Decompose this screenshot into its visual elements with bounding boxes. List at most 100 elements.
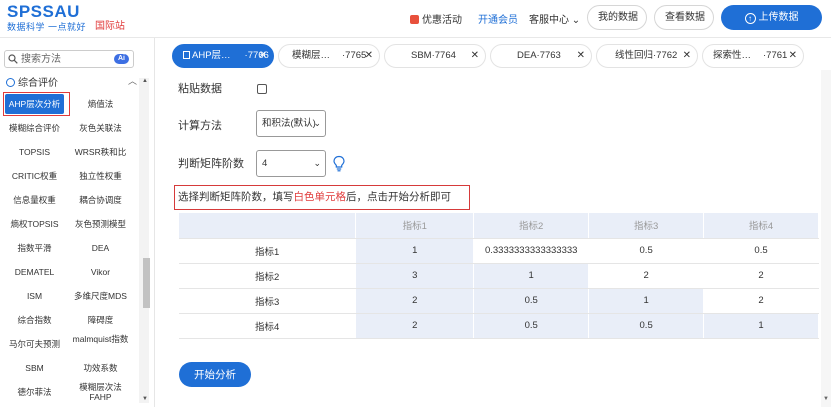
sidebar-method-item[interactable]: SBM — [5, 358, 64, 378]
service-center-menu[interactable]: 客服中心 ⌄ — [529, 11, 580, 26]
sidebar-method-item[interactable]: 障碍度 — [71, 310, 130, 330]
tab-label: 探索性… — [713, 50, 752, 61]
scroll-up-icon[interactable]: ▲ — [142, 78, 148, 84]
chevron-down-icon: ⌄ — [313, 158, 321, 168]
tab-number: ·7762 — [653, 50, 678, 61]
logo-title: SPSSAU — [7, 2, 80, 21]
sidebar-method-item[interactable]: 独立性权重 — [71, 166, 130, 186]
matrix-order-select[interactable]: 4 ⌄ — [256, 150, 326, 177]
sidebar-method-item[interactable]: 综合指数 — [5, 310, 64, 330]
promo-link[interactable]: 优惠活动 — [410, 11, 462, 26]
analysis-tabs: AHP层… ·7766 ✕ 模糊层… ·7765 ✕ SBM·7764 ✕ DEA·… — [168, 44, 831, 68]
close-icon[interactable]: ✕ — [683, 45, 691, 67]
tab-number: ·7763 — [536, 50, 561, 61]
logo[interactable]: SPSSAU 数据科学 一点就好 — [7, 3, 86, 33]
chevron-up-icon[interactable]: ︿ — [128, 74, 137, 87]
matrix-cell-input[interactable]: 0.5 — [588, 238, 705, 264]
close-icon[interactable]: ✕ — [365, 45, 373, 67]
chevron-down-icon: ⌄ — [571, 15, 581, 26]
tab-label: 模糊层… — [292, 50, 331, 61]
sidebar-method-item[interactable]: 熵权TOPSIS — [5, 214, 64, 234]
table-header-row: 指标1 指标2 指标3 指标4 — [179, 213, 819, 239]
tab-exploratory[interactable]: 探索性… ·7761 ✕ — [702, 44, 804, 68]
tab-dea[interactable]: DEA·7763 ✕ — [490, 44, 592, 68]
hint-text-highlight: 白色单元格 — [293, 191, 347, 203]
calc-method-select[interactable]: 和积法(默认) ⌄ — [256, 110, 326, 137]
tab-ahp[interactable]: AHP层… ·7766 ✕ — [172, 44, 274, 68]
sidebar-method-item[interactable]: CRITIC权重 — [5, 166, 64, 186]
sidebar-method-item[interactable]: malmquist指数 — [71, 334, 130, 354]
matrix-cell-input[interactable]: 0.5 — [703, 238, 819, 264]
lightbulb-icon[interactable] — [332, 155, 346, 172]
tab-label: 线性回归 — [615, 50, 654, 61]
main-scrollbar[interactable] — [821, 70, 831, 407]
sidebar-scroll-thumb[interactable] — [143, 258, 150, 308]
tab-linear-regression[interactable]: 线性回归·7762 ✕ — [596, 44, 698, 68]
column-header: 指标4 — [703, 213, 819, 239]
matrix-cell-input[interactable]: 2 — [703, 263, 819, 289]
close-icon[interactable]: ✕ — [471, 45, 479, 67]
tab-label: AHP层… — [192, 50, 231, 61]
tab-number: ·7761 — [763, 50, 788, 61]
my-data-button[interactable]: 我的数据 — [587, 5, 647, 30]
tab-label: DEA — [517, 50, 537, 61]
matrix-cell-input[interactable]: 0.3333333333333333 — [473, 238, 590, 264]
matrix-cell-readonly: 1 — [473, 263, 590, 289]
intl-site-link[interactable]: 国际站 — [95, 17, 125, 32]
scroll-down-icon[interactable]: ▼ — [142, 396, 148, 402]
close-icon[interactable]: ✕ — [577, 45, 585, 67]
gift-icon — [410, 15, 419, 24]
matrix-cell-readonly: 1 — [588, 288, 705, 314]
sidebar-method-item[interactable]: 多维尺度MDS — [71, 286, 130, 306]
matrix-cell-input[interactable]: 2 — [703, 288, 819, 314]
sidebar-method-item[interactable]: 灰色预测模型 — [71, 214, 130, 234]
tab-fuzzy[interactable]: 模糊层… ·7765 ✕ — [278, 44, 380, 68]
sidebar-method-item[interactable]: Vikor — [71, 262, 130, 282]
sidebar-method-item[interactable]: 熵值法 — [71, 94, 130, 114]
start-analysis-button[interactable]: 开始分析 — [179, 362, 251, 387]
view-data-button[interactable]: 查看数据 — [654, 5, 714, 30]
top-header: SPSSAU 数据科学 一点就好 国际站 优惠活动 开通会员 客服中心 ⌄ 我的… — [0, 0, 831, 38]
search-icon — [8, 54, 18, 64]
sidebar-method-item[interactable]: AHP层次分析 — [5, 94, 64, 114]
method-search-box[interactable]: Ai — [4, 50, 134, 68]
close-icon[interactable]: ✕ — [259, 45, 267, 67]
page-icon — [183, 51, 190, 59]
matrix-cell-readonly: 0.5 — [473, 313, 590, 339]
sidebar-method-item[interactable]: 灰色关联法 — [71, 118, 130, 138]
sidebar-scrollbar[interactable] — [139, 78, 149, 403]
sidebar-method-item[interactable]: DEMATEL — [5, 262, 64, 282]
tab-number: ·7765 — [342, 50, 367, 61]
ai-badge[interactable]: Ai — [114, 54, 129, 64]
vip-link[interactable]: 开通会员 — [478, 11, 518, 26]
sidebar-method-item[interactable]: 模糊层次法FAHP — [71, 382, 130, 402]
section-header-comprehensive[interactable]: 综合评价 — [6, 74, 58, 89]
sidebar-method-item[interactable]: 指数平滑 — [5, 238, 64, 258]
search-input[interactable] — [21, 52, 101, 66]
sidebar-method-item[interactable]: 耦合协调度 — [71, 190, 130, 210]
sidebar-method-item[interactable]: ISM — [5, 286, 64, 306]
sidebar-method-item[interactable]: TOPSIS — [5, 142, 64, 162]
close-icon[interactable]: ✕ — [789, 45, 797, 67]
chevron-down-icon: ⌄ — [313, 118, 321, 128]
row-header: 指标1 — [179, 238, 357, 264]
sidebar-method-item[interactable]: WRSR秩和比 — [71, 142, 130, 162]
row-header: 指标3 — [179, 288, 357, 314]
instruction-hint: 选择判断矩阵阶数，填写白色单元格后，点击开始分析即可 — [174, 185, 470, 210]
service-center-label: 客服中心 — [529, 15, 569, 26]
tab-sbm[interactable]: SBM·7764 ✕ — [384, 44, 486, 68]
upload-data-button[interactable]: ↑ 上传数据 — [721, 5, 822, 30]
sidebar-method-item[interactable]: 功效系数 — [71, 358, 130, 378]
sidebar: Ai 综合评价 ︿ AHP层次分析熵值法模糊综合评价灰色关联法 TOPSIS WRS… — [0, 38, 155, 407]
paste-data-checkbox[interactable] — [257, 84, 267, 94]
sidebar-method-item[interactable]: 模糊综合评价 — [5, 118, 64, 138]
matrix-cell-readonly: 2 — [355, 313, 475, 339]
sidebar-method-item[interactable]: DEA — [71, 238, 130, 258]
scroll-down-icon[interactable]: ▼ — [823, 396, 829, 402]
matrix-cell-input[interactable]: 2 — [588, 263, 705, 289]
calc-method-value: 和积法(默认) — [262, 118, 316, 129]
sidebar-method-item[interactable]: 德尔菲法 — [5, 382, 64, 402]
sidebar-method-item[interactable]: 马尔可夫预测 — [5, 334, 64, 354]
table-row: 指标2 3 1 2 2 — [179, 263, 819, 289]
sidebar-method-item[interactable]: 信息量权重 — [5, 190, 64, 210]
